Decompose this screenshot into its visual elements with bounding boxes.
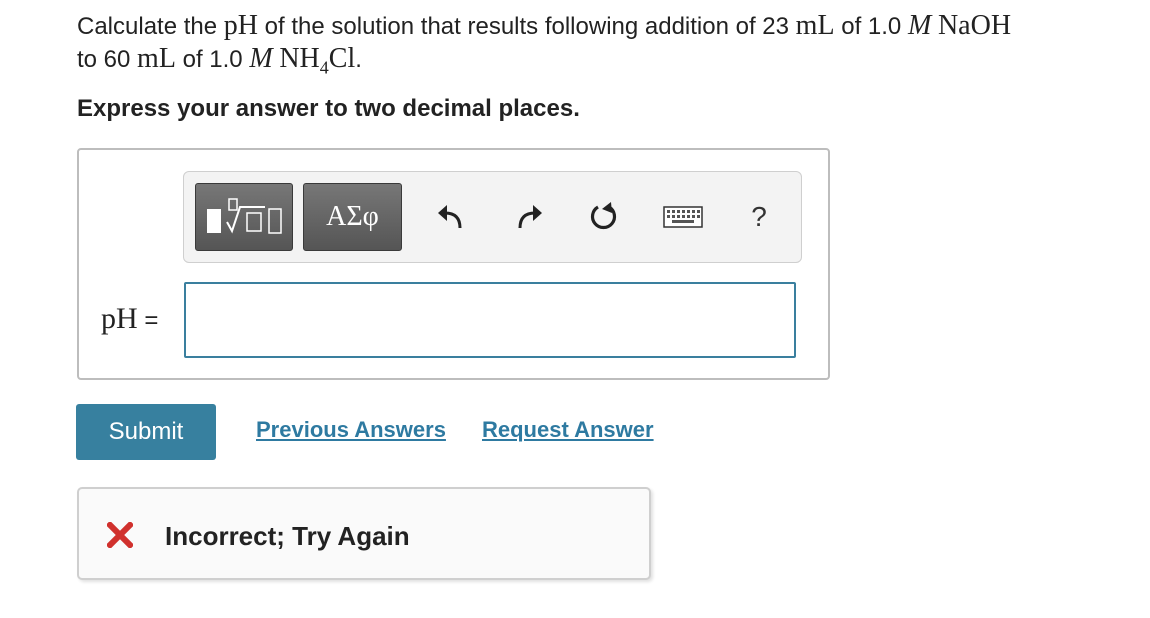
feedback-text: Incorrect; Try Again — [165, 521, 410, 551]
formula-part: NH — [279, 43, 320, 74]
question-line-2: to 60 mL of 1.0 M NH4Cl. — [77, 43, 1147, 84]
redo-button[interactable] — [512, 200, 546, 234]
undo-icon — [438, 205, 462, 229]
ph-symbol: pH — [223, 10, 258, 41]
question-fragment: of the solution that results following a… — [258, 13, 796, 40]
question-line-1: Calculate the pH of the solution that re… — [77, 10, 1147, 43]
keyboard-button[interactable] — [662, 200, 704, 234]
ph-label-text: pH — [101, 302, 138, 335]
ph-label: pH = — [101, 302, 158, 336]
question-fragment: of 1.0 — [834, 13, 908, 40]
question-fragment: of 1.0 — [175, 46, 250, 73]
answer-box: ΑΣφ ? pH = — [77, 148, 830, 380]
keyboard-icon — [663, 206, 703, 228]
question-fragment: Calculate the — [77, 13, 224, 40]
ml-unit: mL — [795, 10, 835, 41]
undo-button[interactable] — [434, 200, 468, 234]
question-fragment: to 60 — [77, 46, 138, 73]
reset-icon — [590, 202, 617, 230]
help-button[interactable]: ? — [742, 200, 776, 234]
greek-icon: ΑΣφ — [326, 201, 379, 232]
ph-answer-input[interactable] — [184, 282, 796, 358]
previous-answers-link[interactable]: Previous Answers — [256, 417, 446, 443]
instruction-text: Express your answer to two decimal place… — [77, 95, 580, 122]
reset-button[interactable] — [587, 200, 621, 234]
templates-button[interactable] — [195, 183, 293, 251]
redo-icon — [518, 205, 542, 229]
equals-sign: = — [137, 307, 159, 334]
question-fragment: . — [355, 46, 362, 73]
naoh-formula: NaOH — [937, 10, 1012, 41]
feedback-box: Incorrect; Try Again — [77, 487, 651, 580]
submit-button[interactable]: Submit — [76, 404, 216, 460]
x-icon — [107, 522, 133, 548]
question-text: Calculate the pH of the solution that re… — [77, 10, 1147, 84]
request-answer-link[interactable]: Request Answer — [482, 417, 654, 443]
formula-subscript: 4 — [319, 57, 329, 78]
templates-icon — [207, 198, 282, 234]
ml-unit: mL — [137, 43, 176, 74]
nh4cl-formula: NH4Cl — [279, 43, 356, 78]
math-toolbar: ΑΣφ ? — [183, 171, 802, 263]
molar-unit: M — [907, 10, 932, 41]
greek-button[interactable]: ΑΣφ — [303, 183, 402, 251]
formula-part: Cl — [328, 43, 356, 74]
molar-unit: M — [249, 43, 273, 74]
help-icon: ? — [751, 201, 767, 232]
